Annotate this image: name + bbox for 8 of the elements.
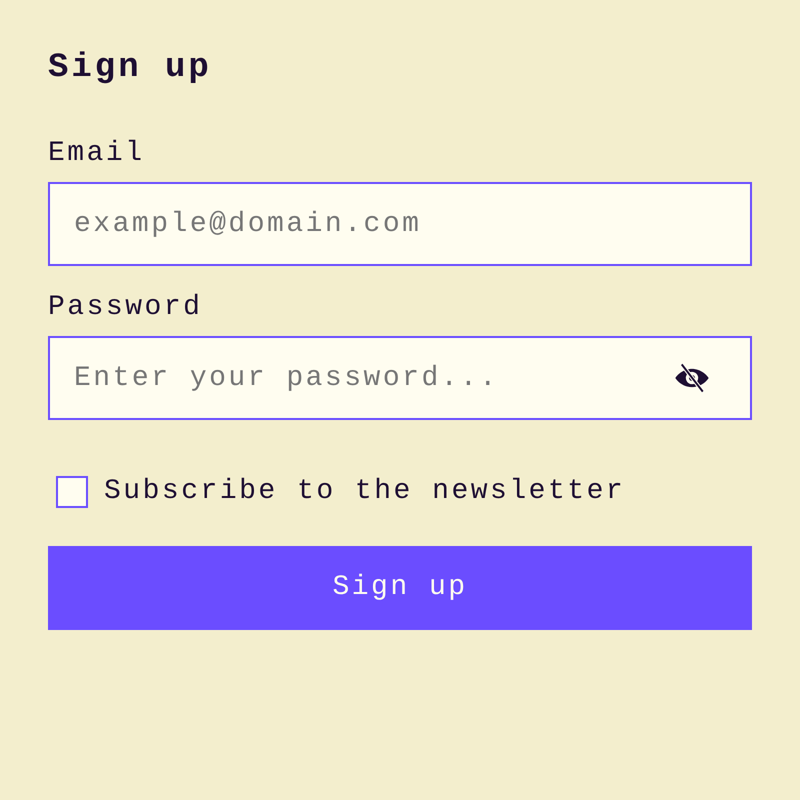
- password-field[interactable]: Enter your password...: [48, 336, 752, 420]
- newsletter-label: Subscribe to the newsletter: [104, 476, 626, 508]
- field-label: Email: [48, 138, 145, 170]
- newsletter-checkbox[interactable]: [56, 476, 88, 508]
- email-field[interactable]: example@domain.com: [48, 182, 752, 266]
- sign-up-button[interactable]: Sign up: [48, 546, 752, 630]
- form-title: Sign up: [48, 48, 212, 88]
- field-label: Password: [48, 292, 202, 324]
